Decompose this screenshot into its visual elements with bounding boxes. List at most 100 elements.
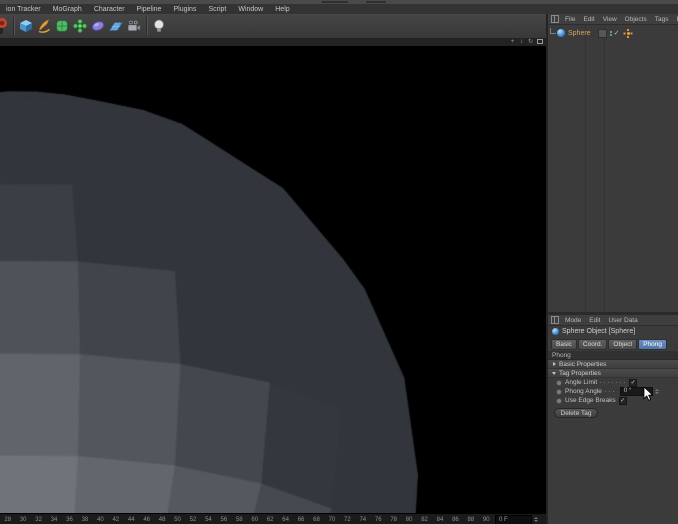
om-menu-item-tags[interactable]: Tags	[651, 16, 673, 23]
timeline-tick-66: 66	[297, 516, 305, 523]
tab-coord[interactable]: Coord.	[577, 339, 608, 350]
timeline-tick-32: 32	[35, 516, 42, 523]
rotate-icon[interactable]: ↻	[527, 39, 534, 46]
toolbar-separator	[146, 17, 147, 35]
dotted-leader	[604, 391, 617, 392]
om-menu-item-bookmarks[interactable]: Bookmarks	[672, 16, 678, 23]
menubar-item-help[interactable]: Help	[269, 6, 295, 13]
section-title: Phong	[548, 351, 678, 360]
timeline-tick-34: 34	[50, 516, 58, 523]
section-tag-properties[interactable]: Tag Properties	[548, 369, 678, 378]
cinema4d-window: ion Tracker MoGraph Character Pipeline Plugi…	[0, 0, 678, 524]
timeline-tick-54: 54	[205, 516, 212, 523]
panel-menu-icon[interactable]	[551, 15, 559, 23]
am-menu-item-edit[interactable]: Edit	[585, 317, 604, 324]
timeline-tick-76: 76	[374, 516, 382, 523]
keyframe-circle-icon[interactable]	[556, 397, 562, 404]
subdivision-surface-icon[interactable]	[54, 17, 71, 35]
om-menu-item-objects[interactable]: Objects	[621, 16, 651, 23]
toggle-view-icon[interactable]	[536, 38, 543, 46]
menubar-item-ion-tracker[interactable]: ion Tracker	[0, 6, 47, 13]
object-row-sphere[interactable]: Sphere ✓	[550, 28, 632, 38]
attribute-tabs: Basic Coord. Object Phong	[551, 339, 668, 350]
deformer-icon[interactable]	[90, 17, 107, 35]
editor-render-dots-icon[interactable]	[609, 30, 612, 36]
timeline-tick-56: 56	[220, 516, 228, 523]
toolbar	[0, 14, 546, 38]
object-manager[interactable]: Sphere ✓	[548, 25, 678, 312]
timeline-tick-90: 90	[482, 516, 490, 523]
timeline-tick-86: 86	[452, 516, 459, 523]
floor-environment-icon[interactable]	[108, 17, 125, 35]
cube-primitive-icon[interactable]	[18, 17, 35, 35]
am-menu-item-mode[interactable]: Mode	[561, 317, 585, 324]
enable-check-icon[interactable]: ✓	[614, 29, 620, 37]
dotted-leader	[600, 382, 627, 383]
light-icon[interactable]	[151, 17, 168, 35]
right-panel: FileEditViewObjectsTagsBookmarks Sphere …	[546, 14, 678, 524]
tab-object[interactable]: Object	[608, 339, 638, 350]
om-menu-item-file[interactable]: File	[561, 16, 579, 23]
timeline-tick-52: 52	[189, 516, 197, 523]
tree-branch-icon	[550, 28, 556, 34]
viewport-canvas[interactable]	[0, 46, 546, 513]
timeline-tick-70: 70	[328, 516, 336, 523]
om-menu-item-view[interactable]: View	[599, 16, 621, 23]
tab-basic[interactable]: Basic	[551, 339, 577, 350]
timeline-tick-36: 36	[66, 516, 73, 523]
pen-spline-icon[interactable]	[36, 17, 53, 35]
timeline-tick-74: 74	[359, 516, 367, 523]
timeline-tick-82: 82	[421, 516, 428, 523]
sphere-icon	[552, 328, 559, 335]
section-basic-properties[interactable]: Basic Properties	[548, 360, 678, 369]
phong-angle-stepper[interactable]	[654, 389, 659, 394]
render-partial-icon[interactable]	[0, 17, 10, 35]
menubar-item-plugins[interactable]: Plugins	[167, 6, 202, 13]
timeline-tick-40: 40	[97, 516, 104, 523]
collapsed-arrow-icon	[553, 362, 556, 366]
attribute-menubar: Mode Edit User Data	[548, 315, 678, 326]
keyframe-circle-icon[interactable]	[556, 379, 562, 386]
pan-icon[interactable]: +	[509, 39, 516, 46]
expanded-arrow-icon	[552, 371, 556, 375]
attribute-object-title: Sphere Object [Sphere]	[552, 328, 635, 335]
property-angle-limit: Angle Limit ✓	[548, 378, 678, 387]
timeline-ruler[interactable]: 28 30 32 34 36 38 40 42 44 46 48 50 52 54 56 58 60 62 64 66…	[0, 513, 546, 524]
use-edge-breaks-checkbox[interactable]: ✓	[618, 396, 627, 405]
panel-menu-icon[interactable]	[551, 316, 559, 324]
timeline-tick-78: 78	[390, 516, 397, 523]
timeline-tick-28: 28	[4, 516, 12, 523]
menubar-item-mograph[interactable]: MoGraph	[47, 6, 88, 13]
zoom-icon[interactable]: ↕	[518, 39, 525, 46]
tab-phong[interactable]: Phong	[638, 339, 668, 350]
phong-tag-icon[interactable]	[624, 28, 632, 38]
angle-limit-checkbox[interactable]: ✓	[629, 378, 638, 387]
timeline-tick-72: 72	[344, 516, 351, 523]
timeline-ticks: 28 30 32 34 36 38 40 42 44 46 48 50 52 54 56 58 60 62 64 66…	[0, 517, 495, 523]
om-column-divider	[585, 25, 586, 312]
timeline-tick-38: 38	[81, 516, 89, 523]
timeline-tick-88: 88	[467, 516, 475, 523]
menubar-item-character[interactable]: Character	[88, 6, 131, 13]
om-menu-item-edit[interactable]: Edit	[579, 16, 598, 23]
delete-tag-button[interactable]: Delete Tag	[554, 408, 598, 418]
timeline-tick-60: 60	[251, 516, 259, 523]
timeline-tick-44: 44	[127, 516, 135, 523]
timeline-tick-58: 58	[235, 516, 243, 523]
titlebar-text-fragment	[366, 1, 386, 3]
timeline-tick-30: 30	[19, 516, 27, 523]
menubar-item-window[interactable]: Window	[232, 6, 269, 13]
frame-stepper[interactable]	[534, 517, 538, 522]
array-generator-icon[interactable]	[72, 17, 89, 35]
om-column-divider	[604, 25, 605, 312]
timeline-tick-46: 46	[143, 516, 150, 523]
menubar-item-pipeline[interactable]: Pipeline	[131, 6, 168, 13]
timeline-tick-80: 80	[405, 516, 413, 523]
menubar-item-script[interactable]: Script	[202, 6, 232, 13]
keyframe-circle-icon[interactable]	[556, 388, 562, 395]
object-name[interactable]: Sphere	[565, 30, 594, 37]
am-menu-item-user-data[interactable]: User Data	[604, 317, 641, 324]
camera-icon[interactable]	[126, 17, 143, 35]
current-frame-field[interactable]: 0 F	[495, 514, 532, 524]
visibility-toggle-icon[interactable]	[597, 28, 607, 38]
